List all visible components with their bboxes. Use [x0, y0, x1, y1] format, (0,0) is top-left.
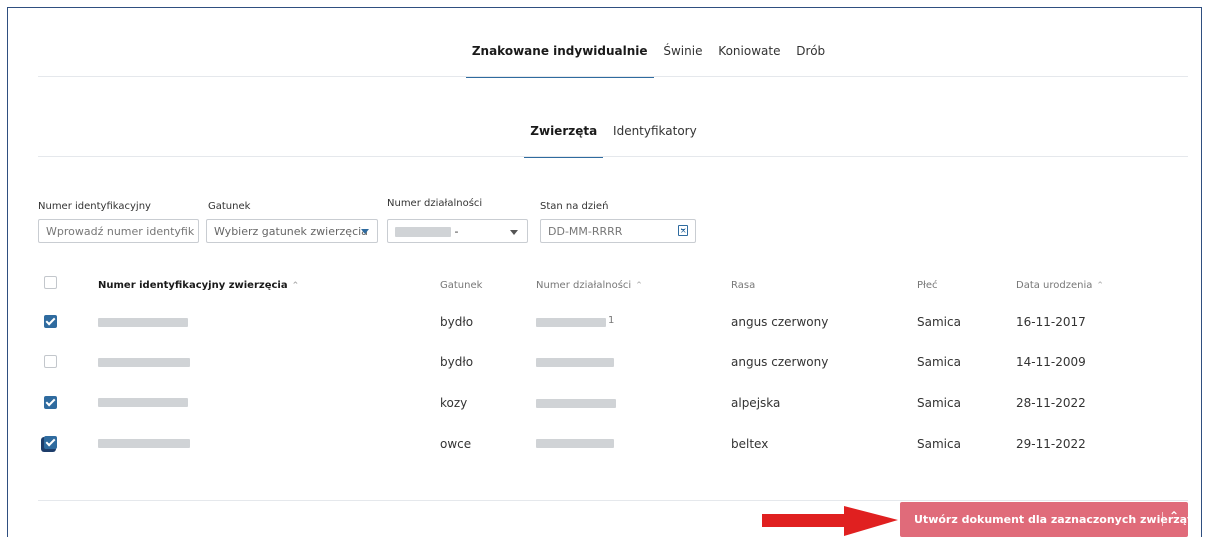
row-checkbox[interactable]: [44, 436, 57, 449]
redacted-activity: [536, 318, 606, 327]
header-breed: Rasa: [731, 280, 756, 291]
cell-breed: angus czerwony: [731, 355, 829, 369]
cell-species: bydło: [440, 315, 474, 329]
cell-breed: angus czerwony: [731, 315, 829, 329]
divider: [38, 76, 1188, 77]
cell-birth-date: 29-11-2022: [1016, 437, 1086, 451]
tab-zwierzeta[interactable]: Zwierzęta: [524, 124, 604, 158]
sub-tabs: Zwierzęta Identyfikatory: [10, 124, 1207, 158]
chevron-down-icon: [361, 229, 369, 234]
window-frame: [7, 7, 1202, 537]
row-checkbox[interactable]: [44, 315, 57, 328]
cell-species: owce: [440, 437, 472, 451]
cell-species: bydło: [440, 355, 474, 369]
sort-icon: ⌃: [291, 281, 300, 291]
header-birth-date[interactable]: Data urodzenia ⌃: [1016, 280, 1104, 291]
cell-birth-date: 16-11-2017: [1016, 315, 1086, 329]
activity-select-suffix: -: [454, 225, 459, 238]
calendar-icon[interactable]: [678, 225, 688, 236]
header-sex: Płeć: [917, 280, 938, 291]
tab-drob[interactable]: Drób: [790, 44, 831, 70]
create-document-button[interactable]: Utwórz dokument dla zaznaczonych zwierzą…: [900, 502, 1192, 537]
header-animal-id-label: Numer identyfikacyjny zwierzęcia: [98, 280, 288, 291]
date-input[interactable]: DD-MM-RRRR: [540, 219, 696, 243]
chevron-down-icon: [510, 230, 518, 235]
cell-species: kozy: [440, 396, 468, 410]
species-select-placeholder: Wybierz gatunek zwierzęcia: [214, 225, 368, 238]
header-animal-id[interactable]: Numer identyfikacyjny zwierzęcia ⌃: [98, 280, 299, 291]
sort-icon: ⌃: [1096, 281, 1104, 291]
species-select[interactable]: Wybierz gatunek zwierzęcia: [206, 219, 378, 243]
id-filter-input[interactable]: Wprowadź numer identyfik: [38, 219, 199, 243]
species-filter-label: Gatunek: [208, 201, 251, 212]
redacted-animal-id: [98, 439, 190, 448]
redacted-animal-id: [98, 398, 188, 407]
red-arrow-annotation: [762, 506, 898, 536]
tab-swinie[interactable]: Świnie: [657, 44, 708, 70]
divider: [38, 500, 1188, 501]
divider: [38, 156, 1188, 157]
date-filter-label: Stan na dzień: [540, 201, 609, 212]
cell-sex: Samica: [917, 315, 961, 329]
chevron-up-icon[interactable]: ⌃: [1169, 509, 1179, 523]
redacted-activity: [536, 399, 616, 408]
id-filter-placeholder: Wprowadź numer identyfik: [46, 225, 195, 238]
redacted-value: [395, 227, 451, 237]
cell-sex: Samica: [917, 355, 961, 369]
tab-identyfikatory[interactable]: Identyfikatory: [607, 124, 703, 150]
cell-birth-date: 14-11-2009: [1016, 355, 1086, 369]
create-document-label: Utwórz dokument dla zaznaczonych zwierzą…: [914, 513, 1193, 526]
date-input-placeholder: DD-MM-RRRR: [548, 225, 623, 238]
tab-znakowane-indywidualnie[interactable]: Znakowane indywidualnie: [465, 44, 654, 78]
button-separator: [1162, 512, 1163, 526]
redacted-animal-id: [98, 358, 190, 367]
header-species: Gatunek: [440, 280, 483, 291]
header-birth-date-label: Data urodzenia: [1016, 280, 1093, 291]
cell-breed: alpejska: [731, 396, 781, 410]
header-activity-label: Numer działalności: [536, 280, 632, 291]
activity-filter-label: Numer działalności: [387, 198, 483, 209]
cell-birth-date: 28-11-2022: [1016, 396, 1086, 410]
redacted-activity: [536, 358, 614, 367]
redacted-animal-id: [98, 318, 188, 327]
activity-select[interactable]: -: [387, 219, 528, 243]
cell-activity-suffix: 1: [608, 315, 615, 326]
header-activity[interactable]: Numer działalności ⌃: [536, 280, 643, 291]
redacted-activity: [536, 439, 614, 448]
top-tabs: Znakowane indywidualnie Świnie Koniowate…: [45, 44, 1207, 78]
cell-breed: beltex: [731, 437, 769, 451]
tab-koniowate[interactable]: Koniowate: [712, 44, 786, 70]
id-filter-label: Numer identyfikacyjny: [38, 201, 151, 212]
cell-sex: Samica: [917, 437, 961, 451]
row-checkbox[interactable]: [44, 355, 57, 368]
sort-icon: ⌃: [635, 281, 643, 291]
row-checkbox[interactable]: [44, 396, 57, 409]
cell-sex: Samica: [917, 396, 961, 410]
select-all-checkbox[interactable]: [44, 276, 57, 289]
